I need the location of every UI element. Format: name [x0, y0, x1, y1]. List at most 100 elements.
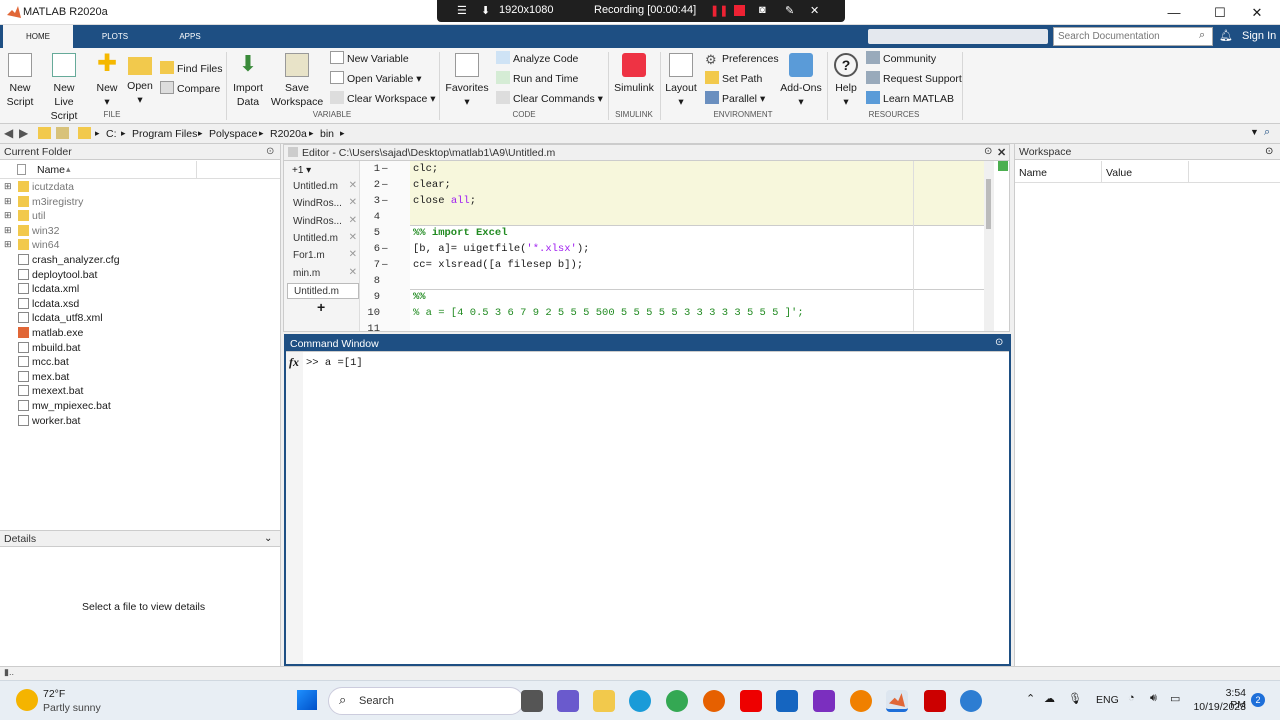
file-list-item[interactable]: mw_mpiexec.bat — [0, 399, 279, 414]
minimize-button[interactable]: — — [1151, 0, 1197, 25]
function-browser-icon[interactable]: fx — [289, 355, 299, 370]
close-tab-icon[interactable]: ✕ — [349, 215, 357, 226]
breakpoint-marker[interactable]: – — [382, 259, 388, 270]
close-tab-icon[interactable]: ✕ — [349, 180, 357, 191]
volume-icon[interactable]: 🔊︎ — [1150, 692, 1157, 705]
import-data-button[interactable]: ⬇ Import Data — [230, 53, 266, 109]
file-list-item[interactable]: mexext.bat — [0, 384, 279, 399]
firefox-icon[interactable] — [703, 690, 725, 712]
name-column-header[interactable]: Name ▴ — [0, 161, 280, 179]
matlab-taskbar-icon[interactable] — [886, 690, 908, 712]
app-icon[interactable] — [850, 690, 872, 712]
visual-studio-icon[interactable] — [813, 690, 835, 712]
find-files-button[interactable]: Find Files — [160, 60, 223, 78]
code-line[interactable]: % a = [4 0.5 3 6 7 9 2 5 5 5 500 5 5 5 5… — [413, 307, 804, 319]
code-line[interactable]: [b, a]= uigetfile('*.xlsx'); — [413, 243, 589, 255]
stop-icon[interactable] — [734, 5, 745, 16]
editor-file-tab[interactable]: Untitled.m ✕ — [287, 179, 359, 195]
weather-icon[interactable] — [16, 689, 38, 711]
start-icon[interactable] — [297, 690, 317, 710]
search-folder-icon[interactable]: ⌕ — [1264, 126, 1270, 139]
youtube-icon[interactable] — [740, 690, 762, 712]
code-line[interactable]: clear; — [413, 179, 451, 191]
file-list-item[interactable]: mbuild.bat — [0, 341, 279, 356]
save-workspace-button[interactable]: Save Workspace — [270, 53, 324, 109]
pin-icon[interactable]: ⬇ — [481, 4, 490, 17]
close-tab-icon[interactable]: ✕ — [349, 232, 357, 243]
set-path-button[interactable]: Set Path — [705, 70, 762, 88]
camera-icon[interactable]: ◙ — [759, 4, 766, 16]
editor-file-tab[interactable]: WindRos... ✕ — [287, 196, 359, 212]
parallel-button[interactable]: Parallel ▾ — [705, 90, 765, 108]
teams-icon[interactable] — [557, 690, 579, 712]
file-list-item[interactable]: mex.bat — [0, 370, 279, 385]
bell-icon[interactable]: 🔔︎ — [1219, 29, 1233, 42]
close-tab-icon[interactable]: ✕ — [349, 249, 357, 260]
file-explorer-icon[interactable] — [593, 690, 615, 712]
task-view-icon[interactable] — [521, 690, 543, 712]
new-variable-button[interactable]: New Variable — [330, 50, 409, 68]
breadcrumb-4[interactable]: bin — [320, 128, 334, 140]
store-icon[interactable] — [776, 690, 798, 712]
file-list-item[interactable]: ⊞ icutzdata — [0, 180, 279, 195]
cloud-icon[interactable]: ☁ — [1044, 692, 1055, 705]
file-list-item[interactable]: ⊞ win64 — [0, 238, 279, 253]
file-list-item[interactable]: matlab.exe — [0, 326, 279, 341]
help-button[interactable]: ? Help ▾ — [831, 53, 861, 109]
code-line[interactable]: close all; — [413, 195, 476, 207]
breadcrumb-3[interactable]: R2020a — [270, 128, 307, 140]
clear-commands-button[interactable]: Clear Commands ▾ — [496, 90, 603, 108]
editor-file-tab[interactable]: Untitled.m ✕ — [287, 231, 359, 247]
code-line[interactable]: %% — [413, 291, 426, 303]
search-documentation-input[interactable]: Search Documentation — [1053, 27, 1213, 46]
breakpoint-marker[interactable]: – — [382, 243, 388, 254]
breakpoint-marker[interactable]: – — [382, 179, 388, 190]
edge-icon[interactable] — [629, 690, 651, 712]
file-list-item[interactable]: worker.bat — [0, 414, 279, 429]
command-prompt[interactable]: >> a =[1] — [306, 357, 363, 369]
file-list-item[interactable]: crash_analyzer.cfg — [0, 253, 279, 268]
code-line[interactable]: cc= xlsread([a filesep b]); — [413, 259, 583, 271]
tab-counter[interactable]: +1 ▾ — [292, 165, 311, 176]
panel-menu-icon[interactable]: ⊙ — [1265, 146, 1273, 157]
status-resize-icon[interactable]: ▮.. — [4, 667, 14, 678]
up-folder-icon[interactable] — [38, 127, 51, 139]
tab-plots[interactable]: PLOTS — [80, 25, 150, 48]
code-line[interactable]: %% import Excel — [413, 227, 508, 239]
file-list-item[interactable]: ⊞ win32 — [0, 224, 279, 239]
simulink-button[interactable]: Simulink — [612, 53, 656, 95]
tab-apps[interactable]: APPS — [155, 25, 225, 48]
microphone-icon[interactable]: 🎙︎ — [1068, 692, 1082, 705]
layout-button[interactable]: Layout ▾ — [664, 53, 698, 109]
menu-icon[interactable]: ☰ — [457, 4, 467, 17]
request-support-button[interactable]: Request Support — [866, 70, 962, 88]
favorites-button[interactable]: Favorites ▾ — [444, 53, 490, 109]
address-dropdown-icon[interactable]: ▼ — [1250, 127, 1259, 137]
compare-button[interactable]: Compare — [160, 80, 220, 98]
breakpoint-marker[interactable]: – — [382, 195, 388, 206]
tab-home[interactable]: HOME — [3, 25, 73, 48]
clear-workspace-button[interactable]: Clear Workspace ▾ — [330, 90, 436, 108]
chrome-icon[interactable] — [666, 690, 688, 712]
file-list-item[interactable]: mcc.bat — [0, 355, 279, 370]
breadcrumb-0[interactable]: C: — [106, 128, 117, 140]
close-button[interactable]: ✕ — [1234, 0, 1280, 25]
file-list-item[interactable]: lcdata.xsd — [0, 297, 279, 312]
new-script-button[interactable]: New Script — [2, 53, 38, 109]
back-icon[interactable]: ◀ — [4, 126, 13, 140]
learn-matlab-button[interactable]: Learn MATLAB — [866, 90, 954, 108]
expand-icon[interactable]: ⊞ — [4, 239, 12, 250]
community-button[interactable]: Community — [866, 50, 936, 68]
clock-date[interactable]: 10/19/2023 — [1191, 701, 1246, 713]
open-variable-button[interactable]: Open Variable ▾ — [330, 70, 422, 88]
file-list-item[interactable]: ⊞ util — [0, 209, 279, 224]
battery-icon[interactable]: ▭ — [1170, 692, 1180, 705]
weather-text[interactable]: Partly sunny — [43, 702, 101, 714]
panel-menu-icon[interactable]: ⊙ — [995, 337, 1003, 348]
open-button[interactable]: Open ▾ — [125, 53, 155, 107]
command-window[interactable]: Command Window ⊙ fx >> a =[1] — [284, 334, 1011, 666]
pause-icon[interactable]: ❚❚ — [710, 4, 728, 17]
pen-icon[interactable]: ✎ — [785, 4, 794, 17]
breakpoint-marker[interactable]: – — [382, 163, 388, 174]
file-list-item[interactable]: deploytool.bat — [0, 268, 279, 283]
